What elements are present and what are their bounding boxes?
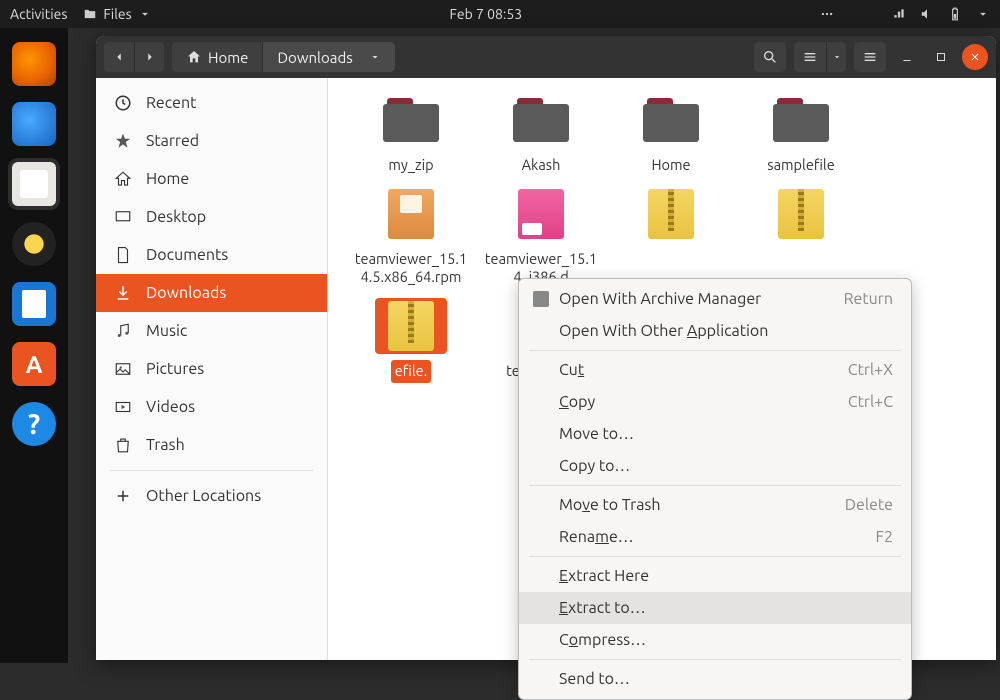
plus-icon [114, 487, 132, 505]
music-icon [114, 322, 132, 340]
archive-icon [533, 291, 549, 307]
file-selected-archive[interactable]: efile. [346, 298, 476, 382]
folder-akash[interactable]: Akash [476, 92, 606, 176]
file-teamviewer-rpm[interactable]: teamviewer_15.14.5.x86_64.rpm [346, 186, 476, 288]
menu-open-archive-manager[interactable]: Open With Archive ManagerReturn [519, 283, 911, 315]
sidebar-other-locations[interactable]: Other Locations [96, 477, 327, 515]
activities-button[interactable]: Activities [10, 6, 67, 22]
system-topbar: Activities Files Feb 7 08:53 [0, 0, 1000, 28]
desktop-icon [114, 208, 132, 226]
menu-open-other[interactable]: Open With Other Application [519, 315, 911, 347]
folder-home[interactable]: Home [606, 92, 736, 176]
home-icon [114, 170, 132, 188]
folder-samplefile[interactable]: samplefile [736, 92, 866, 176]
dock-software[interactable]: A [8, 338, 60, 390]
file-teamviewer-deb[interactable]: teamviewer_15.14_i386.d [476, 186, 606, 288]
list-view-button[interactable] [794, 42, 826, 72]
dock-thunderbird[interactable] [8, 98, 60, 150]
sidebar-item-desktop[interactable]: Desktop [96, 198, 327, 236]
menu-extract-to[interactable]: Extract to… [519, 592, 911, 624]
download-icon [114, 284, 132, 302]
chevron-down-icon [138, 7, 152, 21]
menu-extract-here[interactable]: Extract Here [519, 560, 911, 592]
forward-button[interactable] [134, 42, 164, 72]
battery-icon[interactable] [948, 7, 962, 21]
minimize-button[interactable] [894, 44, 920, 70]
clock-icon [114, 94, 132, 112]
sidebar-item-downloads[interactable]: Downloads [96, 274, 327, 312]
dock-firefox[interactable] [8, 38, 60, 90]
sidebar-item-recent[interactable]: Recent [96, 84, 327, 122]
network-icon[interactable] [892, 7, 906, 21]
menu-send-to[interactable]: Send to… [519, 663, 911, 695]
menu-move-trash[interactable]: Move to TrashDelete [519, 489, 911, 521]
breadcrumb-current[interactable]: Downloads [262, 42, 394, 72]
home-icon [186, 49, 202, 65]
trash-icon [114, 436, 132, 454]
chevron-down-icon[interactable] [976, 7, 990, 21]
menu-rename[interactable]: Rename…F2 [519, 521, 911, 553]
sidebar-item-starred[interactable]: Starred [96, 122, 327, 160]
folder-my-zip[interactable]: my_zip [346, 92, 476, 176]
document-icon [114, 246, 132, 264]
sidebar-item-home[interactable]: Home [96, 160, 327, 198]
clock[interactable]: Feb 7 08:53 [152, 6, 820, 22]
app-menu[interactable]: Files [83, 6, 151, 22]
breadcrumb-home[interactable]: Home [172, 42, 262, 72]
sidebar-item-trash[interactable]: Trash [96, 426, 327, 464]
titlebar: Home Downloads [96, 36, 996, 78]
context-menu: Open With Archive ManagerReturn Open Wit… [518, 278, 912, 700]
chevron-down-icon [369, 51, 381, 63]
volume-icon[interactable] [920, 7, 934, 21]
sidebar-item-pictures[interactable]: Pictures [96, 350, 327, 388]
dock: A ? [0, 28, 68, 663]
menu-cut[interactable]: CutCtrl+X [519, 354, 911, 386]
folder-icon [83, 7, 97, 21]
star-icon [114, 132, 132, 150]
menu-compress[interactable]: Compress… [519, 624, 911, 656]
dock-help[interactable]: ? [8, 398, 60, 450]
back-button[interactable] [104, 42, 134, 72]
sidebar-item-music[interactable]: Music [96, 312, 327, 350]
dock-rhythmbox[interactable] [8, 218, 60, 270]
view-toggle[interactable] [794, 42, 846, 72]
menu-move-to[interactable]: Move to… [519, 418, 911, 450]
dock-libreoffice[interactable] [8, 278, 60, 330]
search-button[interactable] [754, 42, 786, 72]
picture-icon [114, 360, 132, 378]
sidebar-item-videos[interactable]: Videos [96, 388, 327, 426]
sidebar-item-documents[interactable]: Documents [96, 236, 327, 274]
video-icon [114, 398, 132, 416]
file-archive-3[interactable] [736, 186, 866, 288]
view-dropdown[interactable] [826, 42, 846, 72]
hamburger-button[interactable] [854, 42, 886, 72]
file-archive-2[interactable] [606, 186, 736, 288]
close-button[interactable] [962, 44, 988, 70]
dock-files[interactable] [8, 158, 60, 210]
menu-copy-to[interactable]: Copy to… [519, 450, 911, 482]
breadcrumb: Home Downloads [172, 42, 395, 72]
more-icon[interactable] [820, 7, 834, 21]
menu-copy[interactable]: CopyCtrl+C [519, 386, 911, 418]
sidebar: Recent Starred Home Desktop Documents Do… [96, 78, 328, 660]
maximize-button[interactable] [928, 44, 954, 70]
